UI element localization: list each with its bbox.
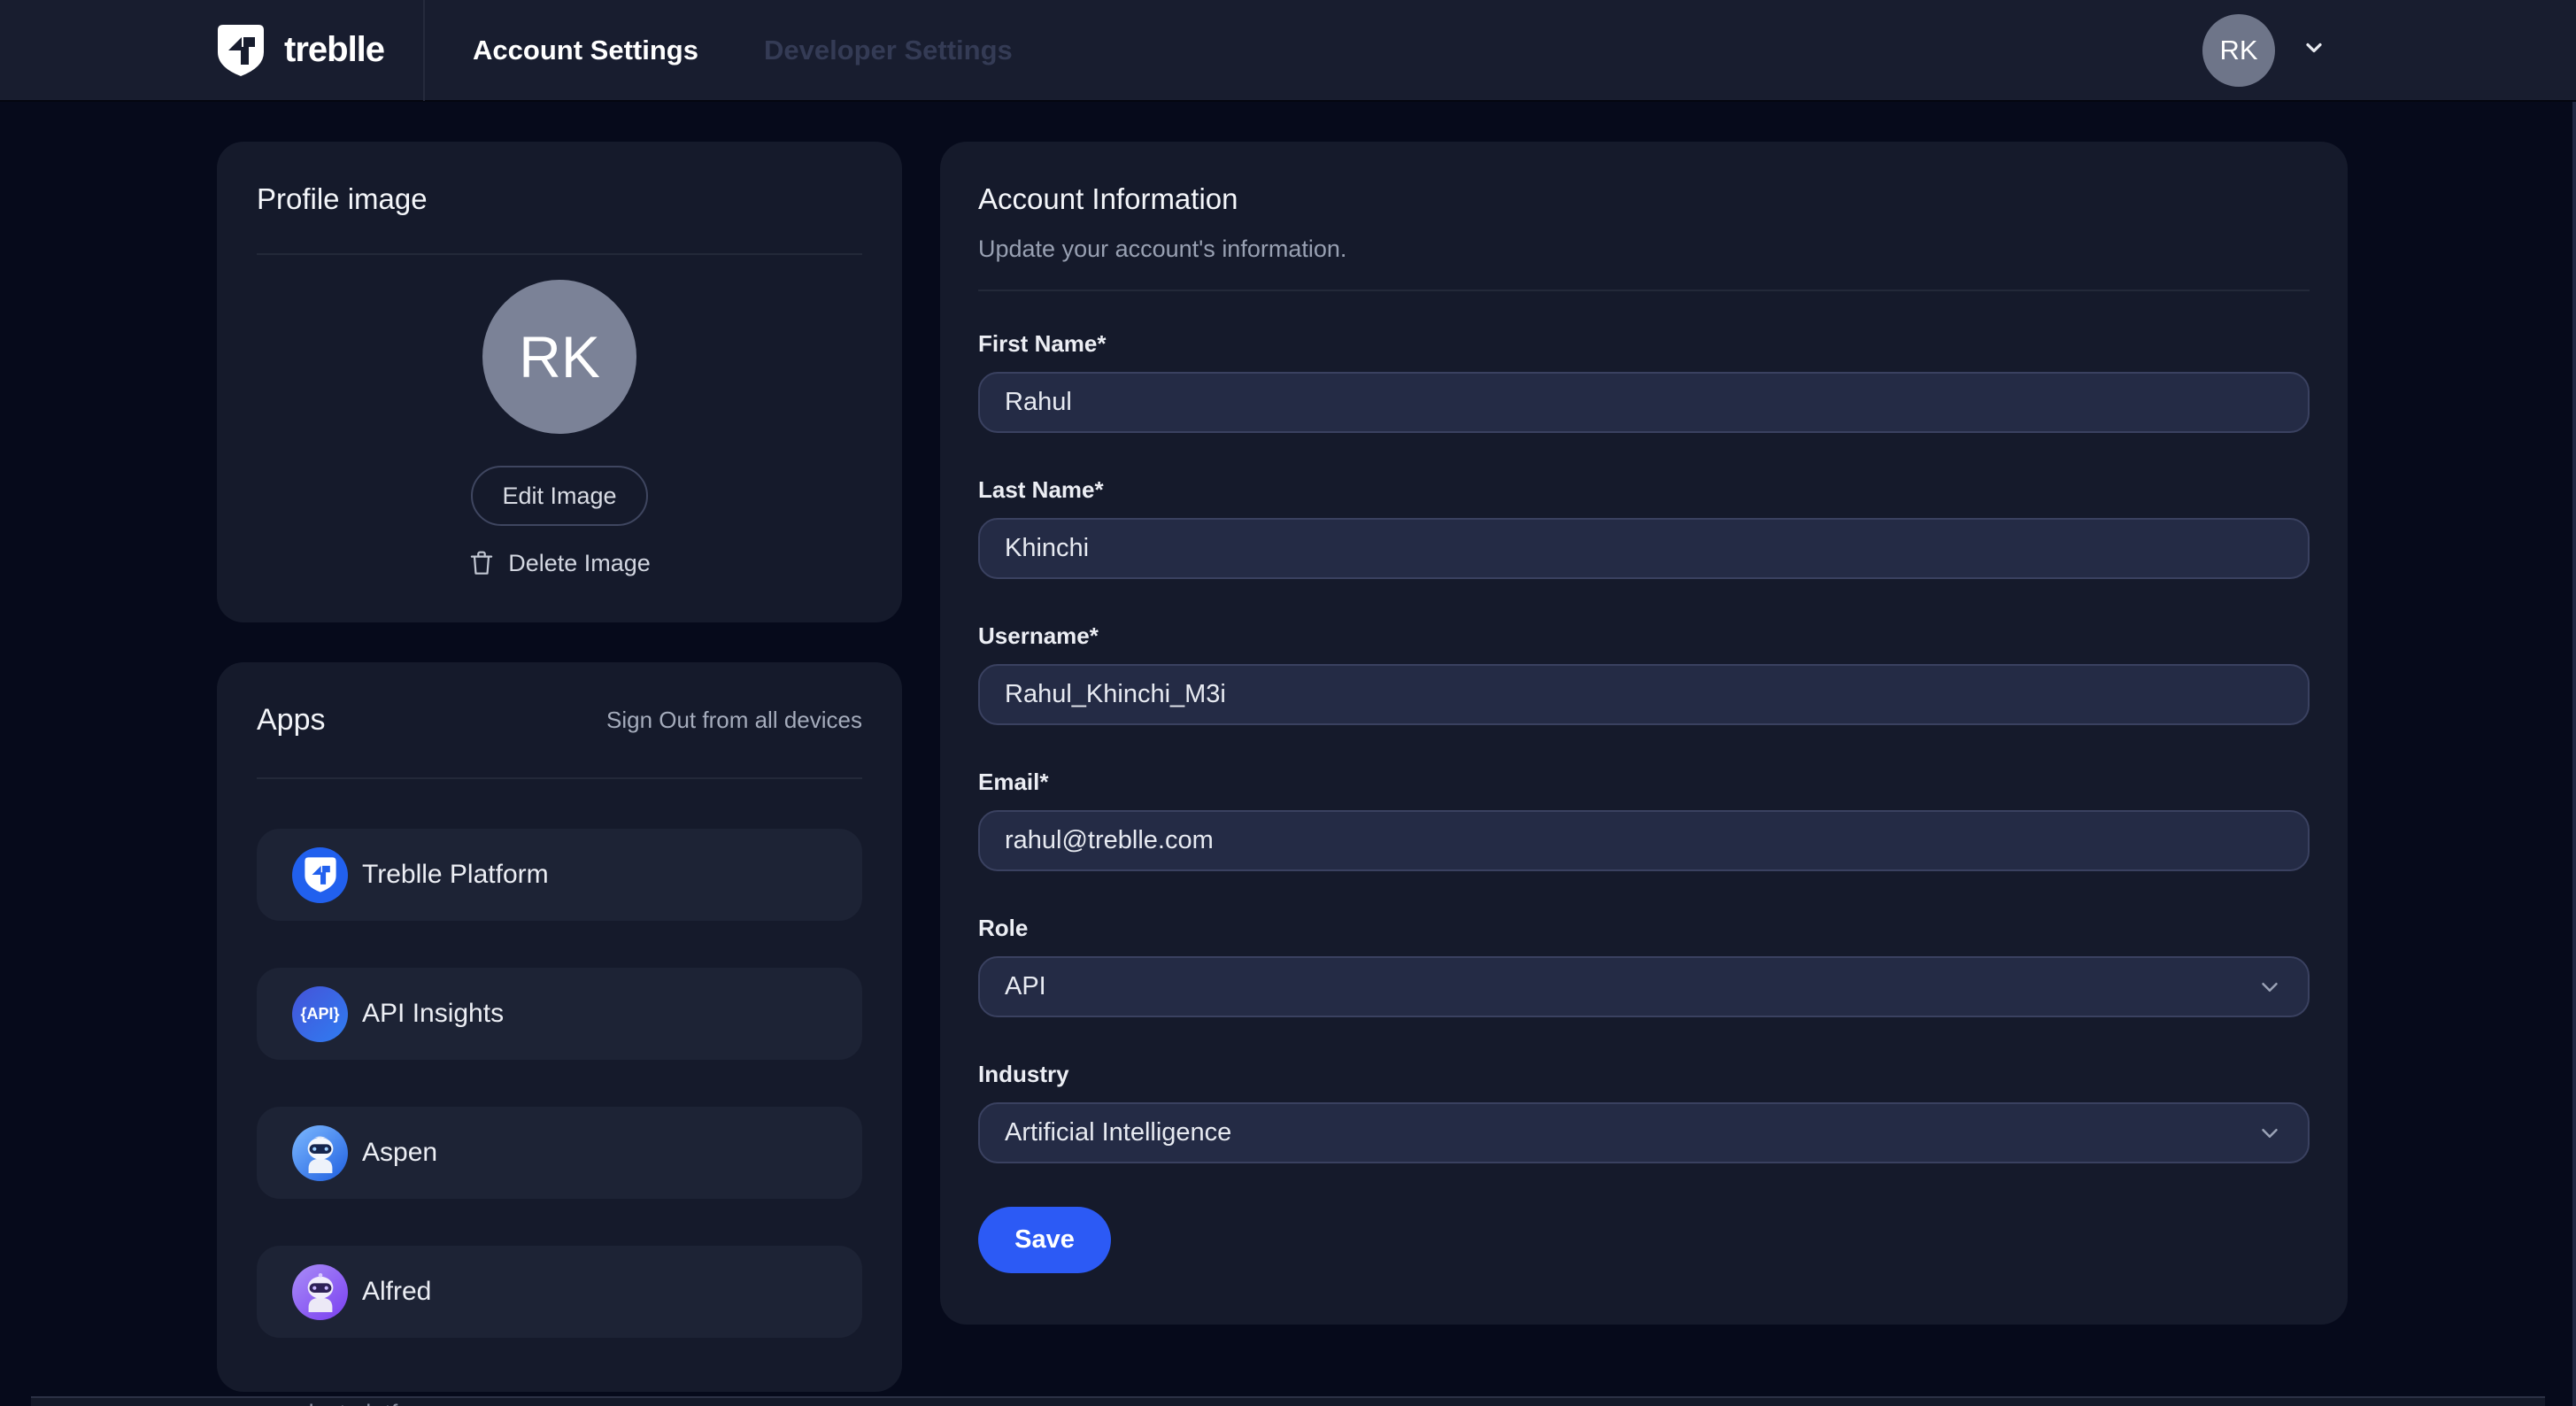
navbar-divider <box>423 0 425 101</box>
avatar[interactable]: RK <box>2202 14 2275 87</box>
treblle-brand[interactable]: treblle <box>215 23 384 78</box>
app-item-treblle-platform[interactable]: Treblle Platform <box>257 829 862 921</box>
industry-select[interactable]: Artificial Intelligence <box>978 1102 2310 1163</box>
bottom-partial-strip: π product platform <box>31 1396 2545 1406</box>
alfred-robot-icon <box>292 1264 348 1320</box>
chevron-down-icon <box>2256 1120 2283 1147</box>
edit-image-button[interactable]: Edit Image <box>471 466 648 526</box>
industry-label: Industry <box>978 1061 2310 1087</box>
delete-image-button[interactable]: Delete Image <box>257 549 862 577</box>
last-name-input[interactable] <box>978 518 2310 579</box>
first-name-input[interactable] <box>978 372 2310 433</box>
api-badge-text: {API} <box>300 1005 339 1024</box>
tab-account-settings[interactable]: Account Settings <box>473 35 698 66</box>
sign-out-all-devices-link[interactable]: Sign Out from all devices <box>606 707 862 734</box>
account-form: First Name* Last Name* Username* Email* … <box>978 330 2310 1273</box>
product-platform-glyph-icon: π <box>232 1400 249 1406</box>
brand-wordmark: treblle <box>284 30 384 70</box>
account-card-subtitle: Update your account's information. <box>978 236 2310 263</box>
app-item-api-insights[interactable]: {API} API Insights <box>257 968 862 1060</box>
role-label: Role <box>978 915 2310 941</box>
aspen-robot-icon <box>292 1125 348 1181</box>
field-first-name: First Name* <box>978 330 2310 433</box>
first-name-label: First Name* <box>978 330 2310 357</box>
user-menu[interactable]: RK <box>2202 14 2326 87</box>
app-item-alfred[interactable]: Alfred <box>257 1246 862 1338</box>
apps-card: Apps Sign Out from all devices Treblle P… <box>217 662 902 1392</box>
field-last-name: Last Name* <box>978 476 2310 579</box>
save-button[interactable]: Save <box>978 1207 1111 1273</box>
email-input[interactable] <box>978 810 2310 871</box>
role-select[interactable]: API <box>978 956 2310 1017</box>
app-name: Alfred <box>362 1277 431 1307</box>
treblle-platform-icon <box>292 847 348 903</box>
profile-card-title: Profile image <box>257 182 862 217</box>
app-name: API Insights <box>362 999 504 1029</box>
profile-avatar: RK <box>482 280 636 434</box>
username-input[interactable] <box>978 664 2310 725</box>
app-name: Treblle Platform <box>362 860 549 890</box>
api-insights-icon: {API} <box>292 986 348 1042</box>
page-scrollbar[interactable] <box>2572 102 2576 1406</box>
last-name-label: Last Name* <box>978 476 2310 503</box>
field-username: Username* <box>978 622 2310 725</box>
tab-developer-settings[interactable]: Developer Settings <box>764 35 1013 66</box>
treblle-logo-icon <box>215 23 266 78</box>
app-item-aspen[interactable]: Aspen <box>257 1107 862 1199</box>
top-navbar: treblle Account Settings Developer Setti… <box>0 0 2576 102</box>
trash-icon <box>468 549 495 577</box>
chevron-down-icon[interactable] <box>2302 35 2326 65</box>
chevron-down-icon <box>2256 974 2283 1000</box>
email-label: Email* <box>978 769 2310 795</box>
divider <box>257 253 862 255</box>
divider <box>257 777 862 779</box>
field-email: Email* <box>978 769 2310 871</box>
role-selected-value: API <box>1005 972 1046 1001</box>
divider <box>978 290 2310 291</box>
account-settings-page: treblle Account Settings Developer Setti… <box>0 0 2576 1406</box>
app-list: Treblle Platform {API} API Insights <box>257 829 862 1338</box>
field-industry: Industry Artificial Intelligence <box>978 1061 2310 1163</box>
apps-card-title: Apps <box>257 702 326 738</box>
account-information-card: Account Information Update your account'… <box>940 142 2348 1325</box>
industry-selected-value: Artificial Intelligence <box>1005 1118 1231 1147</box>
app-name: Aspen <box>362 1138 437 1168</box>
delete-image-label: Delete Image <box>508 550 651 577</box>
product-platform-label: product platform <box>266 1400 439 1406</box>
field-role: Role API <box>978 915 2310 1017</box>
profile-image-card: Profile image RK Edit Image Delete Image <box>217 142 902 622</box>
account-card-title: Account Information <box>978 182 2310 217</box>
username-label: Username* <box>978 622 2310 649</box>
